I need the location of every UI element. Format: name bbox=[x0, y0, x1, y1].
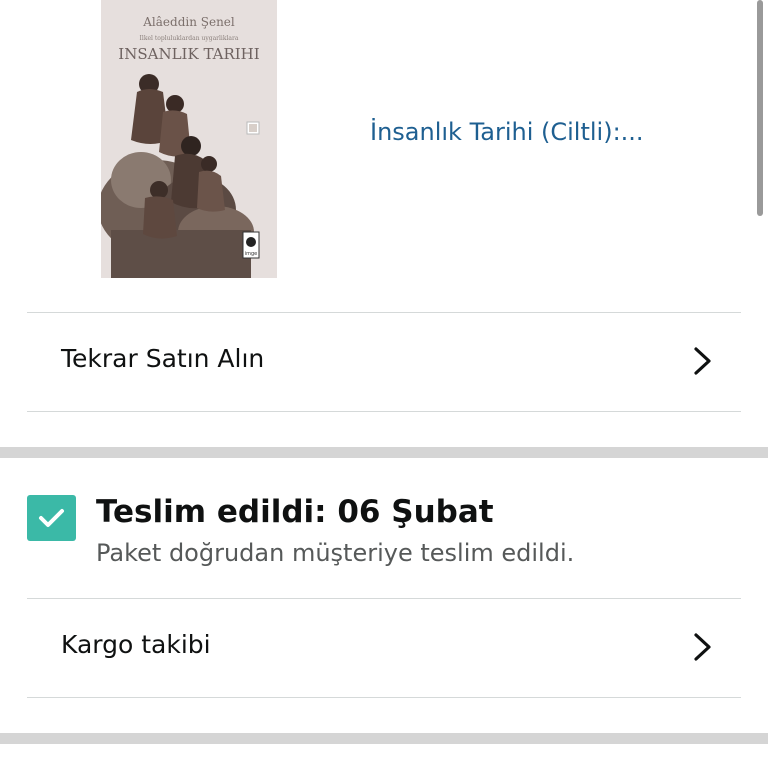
delivery-status-detail: Paket doğrudan müşteriye teslim edildi. bbox=[96, 539, 575, 567]
product-title-link[interactable]: İnsanlık Tarihi (Ciltli):... bbox=[370, 118, 730, 146]
delivered-check-icon bbox=[27, 495, 76, 541]
buy-again-row[interactable]: Tekrar Satın Alın bbox=[0, 312, 768, 410]
chevron-right-icon bbox=[692, 346, 714, 376]
cover-publisher: imge bbox=[245, 251, 258, 257]
section-separator bbox=[0, 733, 768, 744]
delivery-status-title: Teslim edildi: 06 Şubat bbox=[96, 494, 494, 530]
track-package-row[interactable]: Kargo takibi bbox=[0, 598, 768, 696]
chevron-right-icon bbox=[692, 632, 714, 662]
book-cover-image[interactable]: Alâeddin Şenel Ilkel topluluklardan uyga… bbox=[101, 0, 277, 278]
track-package-label: Kargo takibi bbox=[61, 630, 211, 659]
cover-author: Alâeddin Şenel bbox=[142, 15, 235, 29]
order-item: Alâeddin Şenel Ilkel topluluklardan uyga… bbox=[0, 0, 768, 312]
section-separator bbox=[0, 447, 768, 458]
cover-title: INSANLIK TARIHI bbox=[118, 45, 259, 63]
divider bbox=[27, 697, 741, 698]
divider bbox=[27, 411, 741, 412]
buy-again-label: Tekrar Satın Alın bbox=[61, 344, 265, 373]
cover-subtitle: Ilkel topluluklardan uygarliklara bbox=[140, 35, 239, 42]
